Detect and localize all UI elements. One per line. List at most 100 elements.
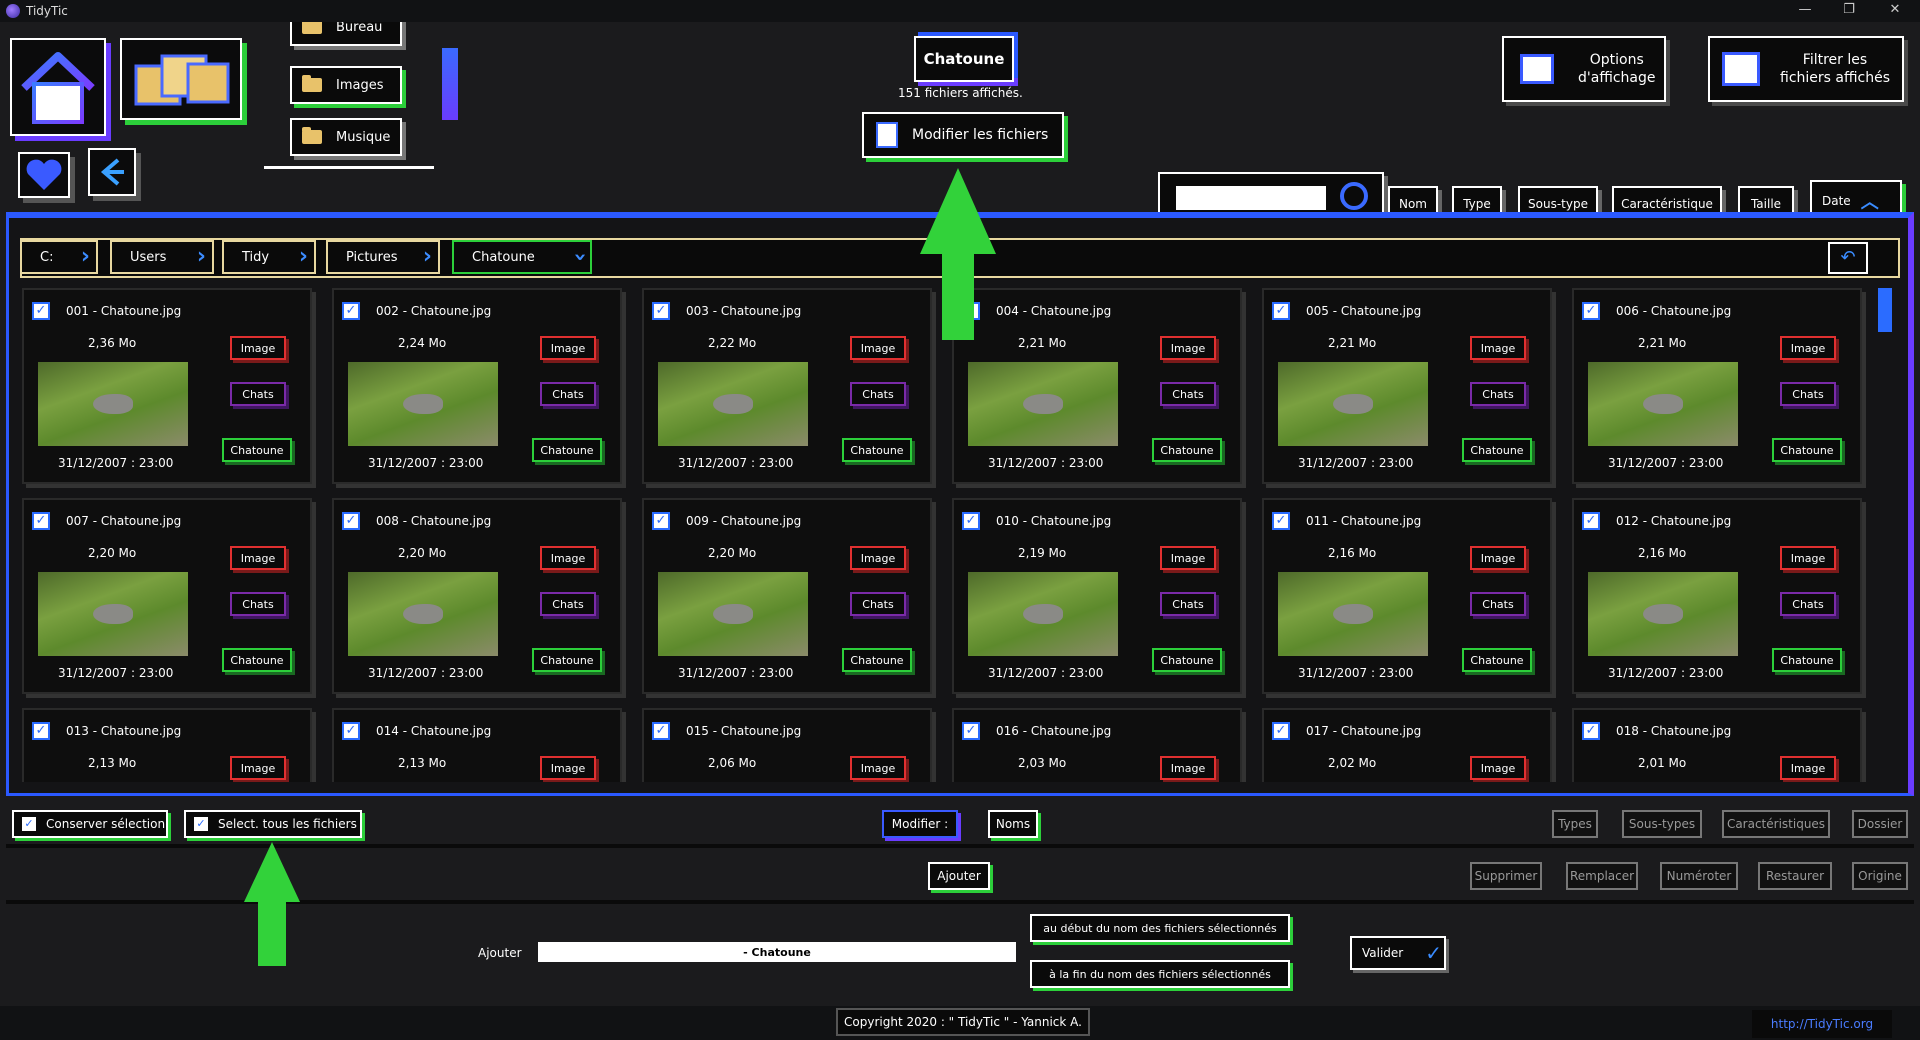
- action-origin-button[interactable]: Origine: [1852, 862, 1908, 890]
- mode-types-button[interactable]: Types: [1552, 810, 1598, 838]
- action-restore-button[interactable]: Restaurer: [1758, 862, 1832, 890]
- file-card[interactable]: ✓ 012 - Chatoune.jpg 2,16 Mo 31/12/2007 : 2…: [1572, 498, 1862, 694]
- file-thumbnail[interactable]: [1278, 572, 1428, 656]
- folder-images[interactable]: Images: [290, 66, 402, 104]
- feature-tag[interactable]: Chatoune: [1462, 438, 1532, 462]
- file-checkbox[interactable]: ✓: [1582, 512, 1600, 530]
- type-tag[interactable]: Image: [230, 756, 286, 780]
- file-checkbox[interactable]: ✓: [1272, 722, 1290, 740]
- type-tag[interactable]: Image: [1160, 336, 1216, 360]
- file-card[interactable]: ✓ 015 - Chatoune.jpg 2,06 Mo Image: [642, 708, 932, 782]
- type-tag[interactable]: Image: [230, 546, 286, 570]
- file-thumbnail[interactable]: [658, 362, 808, 446]
- file-checkbox[interactable]: ✓: [342, 512, 360, 530]
- mode-folder-button[interactable]: Dossier: [1852, 810, 1908, 838]
- feature-tag[interactable]: Chatoune: [532, 648, 602, 672]
- filter-files-button[interactable]: Filtrer les fichiers affichés: [1708, 36, 1904, 102]
- add-text-input[interactable]: [538, 942, 1016, 962]
- file-card[interactable]: ✓ 017 - Chatoune.jpg 2,02 Mo Image: [1262, 708, 1552, 782]
- website-link[interactable]: http://TidyTic.org: [1752, 1010, 1892, 1038]
- grid-scrollbar[interactable]: [1878, 288, 1892, 332]
- type-tag[interactable]: Image: [1470, 336, 1526, 360]
- feature-tag[interactable]: Chatoune: [1772, 438, 1842, 462]
- file-thumbnail[interactable]: [658, 572, 808, 656]
- subtype-tag[interactable]: Chats: [540, 382, 596, 406]
- file-thumbnail[interactable]: [968, 572, 1118, 656]
- file-thumbnail[interactable]: [348, 572, 498, 656]
- feature-tag[interactable]: Chatoune: [1772, 648, 1842, 672]
- file-checkbox[interactable]: ✓: [32, 722, 50, 740]
- file-thumbnail[interactable]: [38, 362, 188, 446]
- minimize-button[interactable]: —: [1790, 2, 1820, 17]
- explorer-button[interactable]: [120, 38, 242, 120]
- select-all-toggle[interactable]: ✓ Select. tous les fichiers: [184, 810, 362, 838]
- subtype-tag[interactable]: Chats: [1780, 382, 1836, 406]
- feature-tag[interactable]: Chatoune: [222, 438, 292, 462]
- mode-names-button[interactable]: Noms: [988, 810, 1038, 838]
- file-card[interactable]: ✓ 001 - Chatoune.jpg 2,36 Mo 31/12/2007 : 2…: [22, 288, 312, 484]
- feature-tag[interactable]: Chatoune: [222, 648, 292, 672]
- action-add-button[interactable]: Ajouter: [928, 862, 990, 890]
- keep-selection-toggle[interactable]: ✓ Conserver sélection: [12, 810, 168, 838]
- file-card[interactable]: ✓ 002 - Chatoune.jpg 2,24 Mo 31/12/2007 : 2…: [332, 288, 622, 484]
- file-card[interactable]: ✓ 009 - Chatoune.jpg 2,20 Mo 31/12/2007 : 2…: [642, 498, 932, 694]
- subtype-tag[interactable]: Chats: [540, 592, 596, 616]
- file-card[interactable]: ✓ 007 - Chatoune.jpg 2,20 Mo 31/12/2007 : 2…: [22, 498, 312, 694]
- type-tag[interactable]: Image: [850, 546, 906, 570]
- file-checkbox[interactable]: ✓: [962, 722, 980, 740]
- mode-subtypes-button[interactable]: Sous-types: [1622, 810, 1702, 838]
- type-tag[interactable]: Image: [1160, 756, 1216, 780]
- feature-tag[interactable]: Chatoune: [532, 438, 602, 462]
- file-card[interactable]: ✓ 005 - Chatoune.jpg 2,21 Mo 31/12/2007 : 2…: [1262, 288, 1552, 484]
- file-thumbnail[interactable]: [1588, 572, 1738, 656]
- type-tag[interactable]: Image: [1470, 546, 1526, 570]
- file-card[interactable]: ✓ 018 - Chatoune.jpg 2,01 Mo Image: [1572, 708, 1862, 782]
- subtype-tag[interactable]: Chats: [850, 382, 906, 406]
- file-thumbnail[interactable]: [968, 362, 1118, 446]
- type-tag[interactable]: Image: [1780, 336, 1836, 360]
- breadcrumb-tidy[interactable]: Tidy ›: [222, 240, 316, 274]
- file-checkbox[interactable]: ✓: [1582, 302, 1600, 320]
- breadcrumb-users[interactable]: Users ›: [110, 240, 214, 274]
- favorites-button[interactable]: [18, 152, 70, 198]
- file-checkbox[interactable]: ✓: [1582, 722, 1600, 740]
- feature-tag[interactable]: Chatoune: [842, 438, 912, 462]
- breadcrumb-pictures[interactable]: Pictures ›: [326, 240, 440, 274]
- type-tag[interactable]: Image: [1470, 756, 1526, 780]
- file-card[interactable]: ✓ 013 - Chatoune.jpg 2,13 Mo Image: [22, 708, 312, 782]
- type-tag[interactable]: Image: [230, 336, 286, 360]
- file-checkbox[interactable]: ✓: [652, 302, 670, 320]
- file-thumbnail[interactable]: [38, 572, 188, 656]
- edit-files-button[interactable]: Modifier les fichiers: [862, 112, 1064, 158]
- at-end-button[interactable]: à la fin du nom des fichiers sélectionné…: [1030, 960, 1290, 988]
- file-card[interactable]: ✓ 008 - Chatoune.jpg 2,20 Mo 31/12/2007 : 2…: [332, 498, 622, 694]
- display-options-button[interactable]: Options d'affichage: [1502, 36, 1666, 102]
- subtype-tag[interactable]: Chats: [230, 592, 286, 616]
- subtype-tag[interactable]: Chats: [1780, 592, 1836, 616]
- type-tag[interactable]: Image: [1780, 546, 1836, 570]
- file-checkbox[interactable]: ✓: [652, 722, 670, 740]
- type-tag[interactable]: Image: [850, 336, 906, 360]
- type-tag[interactable]: Image: [540, 546, 596, 570]
- file-card[interactable]: ✓ 016 - Chatoune.jpg 2,03 Mo Image: [952, 708, 1242, 782]
- feature-tag[interactable]: Chatoune: [1462, 648, 1532, 672]
- file-checkbox[interactable]: ✓: [962, 512, 980, 530]
- action-replace-button[interactable]: Remplacer: [1566, 862, 1638, 890]
- subtype-tag[interactable]: Chats: [1470, 592, 1526, 616]
- type-tag[interactable]: Image: [1780, 756, 1836, 780]
- type-tag[interactable]: Image: [540, 756, 596, 780]
- restore-button[interactable]: ❐: [1834, 2, 1864, 17]
- file-card[interactable]: ✓ 006 - Chatoune.jpg 2,21 Mo 31/12/2007 : 2…: [1572, 288, 1862, 484]
- subtype-tag[interactable]: Chats: [230, 382, 286, 406]
- file-card[interactable]: ✓ 003 - Chatoune.jpg 2,22 Mo 31/12/2007 : 2…: [642, 288, 932, 484]
- subtype-tag[interactable]: Chats: [1160, 382, 1216, 406]
- file-checkbox[interactable]: ✓: [1272, 302, 1290, 320]
- subtype-tag[interactable]: Chats: [1470, 382, 1526, 406]
- file-checkbox[interactable]: ✓: [342, 722, 360, 740]
- undo-icon[interactable]: ↶: [1828, 242, 1868, 274]
- type-tag[interactable]: Image: [1160, 546, 1216, 570]
- type-tag[interactable]: Image: [850, 756, 906, 780]
- file-checkbox[interactable]: ✓: [32, 302, 50, 320]
- validate-button[interactable]: Valider ✓: [1350, 936, 1446, 970]
- action-number-button[interactable]: Numéroter: [1660, 862, 1738, 890]
